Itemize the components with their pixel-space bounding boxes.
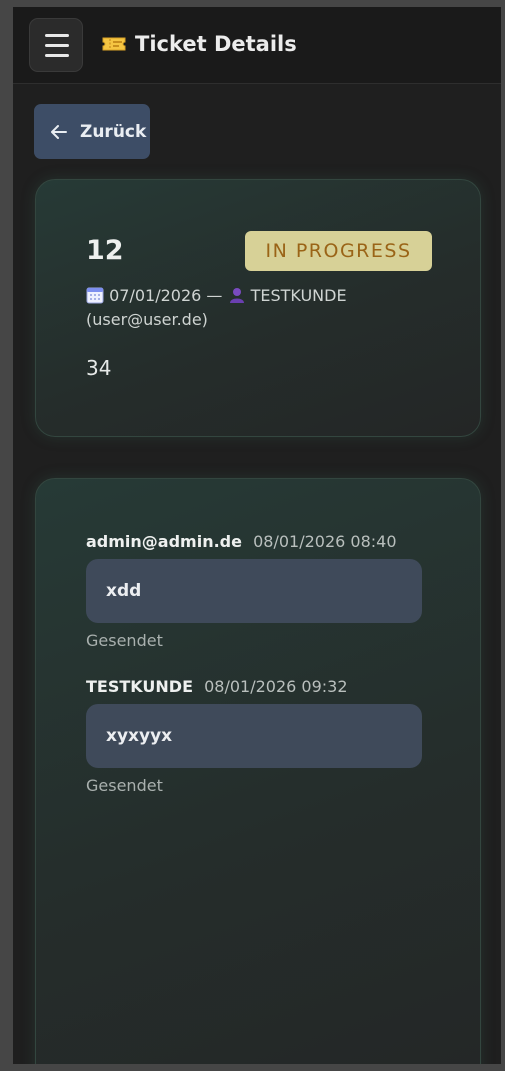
message-author: TESTKUNDE: [86, 677, 193, 696]
ticket-id: 12: [86, 235, 124, 266]
menu-line-icon: [45, 34, 69, 37]
arrow-left-icon: [51, 124, 67, 139]
menu-line-icon: [45, 44, 69, 47]
calendar-icon: [86, 287, 104, 304]
menu-line-icon: [45, 54, 69, 57]
message-header: TESTKUNDE 08/01/2026 09:32: [86, 676, 422, 698]
message-author: admin@admin.de: [86, 532, 242, 551]
message-item: admin@admin.de 08/01/2026 08:40 xdd Gese…: [86, 531, 422, 650]
message-bubble: xyxyyx: [86, 704, 422, 768]
status-badge: IN PROGRESS: [245, 231, 432, 271]
back-button[interactable]: Zurück: [34, 104, 150, 159]
page-title: Ticket Details: [135, 32, 297, 56]
ticket-customer-email: (user@user.de): [86, 310, 208, 329]
ticket-description: 34: [86, 356, 112, 380]
ticket-date: 07/01/2026: [109, 286, 202, 305]
ticket-icon: [102, 37, 126, 51]
message-status: Gesendet: [86, 631, 163, 650]
message-timestamp: 08/01/2026 08:40: [253, 532, 397, 551]
ticket-meta: 07/01/2026 — TESTKUNDE (user@user.de): [86, 284, 426, 332]
top-bar: Ticket Details: [13, 7, 501, 84]
app-window: Ticket Details Zurück 12 IN PROGRESS 07/…: [13, 7, 501, 1064]
user-icon: [229, 288, 244, 303]
back-button-label: Zurück: [80, 121, 147, 142]
message-bubble: xdd: [86, 559, 422, 623]
message-item: TESTKUNDE 08/01/2026 09:32 xyxyyx Gesend…: [86, 676, 422, 795]
message-thread-card: admin@admin.de 08/01/2026 08:40 xdd Gese…: [35, 478, 481, 1064]
message-timestamp: 08/01/2026 09:32: [204, 677, 348, 696]
meta-separator: —: [206, 286, 223, 305]
message-header: admin@admin.de 08/01/2026 08:40: [86, 531, 422, 553]
message-status: Gesendet: [86, 776, 163, 795]
hamburger-menu-button[interactable]: [29, 18, 83, 72]
ticket-customer: TESTKUNDE: [250, 286, 347, 305]
ticket-info-card: 12 IN PROGRESS 07/01/2026 — TESTKUNDE (u…: [35, 179, 481, 437]
